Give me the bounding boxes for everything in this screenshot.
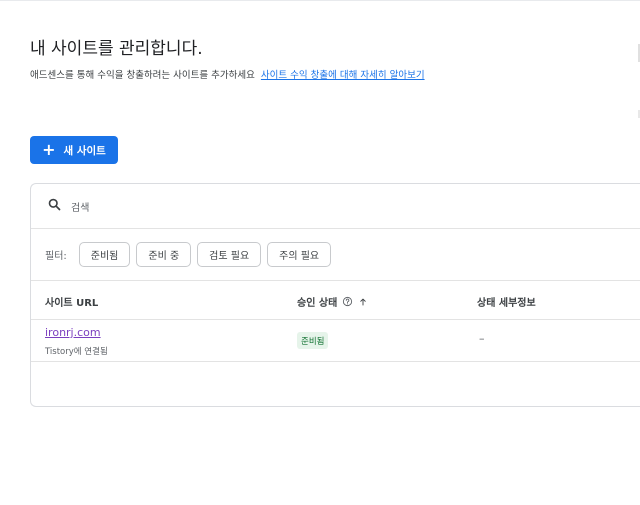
filter-chip-preparing[interactable]: 준비 중 — [136, 242, 192, 267]
search-bar[interactable]: 검색 — [31, 184, 640, 229]
filter-chip-ready[interactable]: 준비됨 — [78, 242, 131, 267]
plus-icon: + — [42, 140, 56, 159]
site-platform-text: Tistory에 연결됨 — [45, 347, 108, 357]
filter-label: 필터: — [45, 251, 67, 262]
arrow-up-icon[interactable] — [358, 297, 368, 307]
table-row[interactable]: ironrj.com Tistory에 연결됨 준비됨 – — [31, 320, 640, 362]
search-input[interactable]: 검색 — [71, 199, 89, 214]
site-url-link[interactable]: ironrj.com — [45, 326, 101, 339]
status-detail: – — [479, 332, 485, 345]
page-description-text: 애드센스를 통해 수익을 창출하려는 사이트를 추가하세요 — [30, 70, 255, 81]
table-header: 사이트 URL 승인 상태 상태 세부정보 — [31, 281, 640, 320]
status-badge: 준비됨 — [297, 332, 329, 349]
learn-more-link[interactable]: 사이트 수익 창출에 대해 자세히 알아보기 — [261, 70, 425, 81]
new-site-button[interactable]: + 새 사이트 — [30, 136, 118, 164]
filter-chip-needs-attention[interactable]: 주의 필요 — [267, 242, 332, 267]
help-icon[interactable] — [342, 296, 353, 307]
filter-chip-needs-review[interactable]: 검토 필요 — [197, 242, 262, 267]
new-site-label: 새 사이트 — [63, 144, 106, 157]
column-header-url[interactable]: 사이트 URL — [45, 294, 98, 309]
filter-bar: 필터: 준비됨 준비 중 검토 필요 주의 필요 — [31, 229, 640, 281]
column-header-status[interactable]: 승인 상태 — [297, 294, 368, 309]
sites-table-card: 검색 필터: 준비됨 준비 중 검토 필요 주의 필요 사이트 URL 승인 상… — [30, 183, 640, 407]
column-url-label: 사이트 URL — [45, 298, 99, 309]
column-header-detail[interactable]: 상태 세부정보 — [477, 294, 536, 309]
page-description: 애드센스를 통해 수익을 창출하려는 사이트를 추가하세요 사이트 수익 창출에… — [30, 67, 425, 81]
top-divider — [0, 0, 640, 1]
column-detail-label: 상태 세부정보 — [477, 298, 536, 309]
column-status-label: 승인 상태 — [297, 298, 338, 309]
search-icon — [47, 197, 62, 216]
page-title: 내 사이트를 관리합니다. — [30, 39, 203, 59]
